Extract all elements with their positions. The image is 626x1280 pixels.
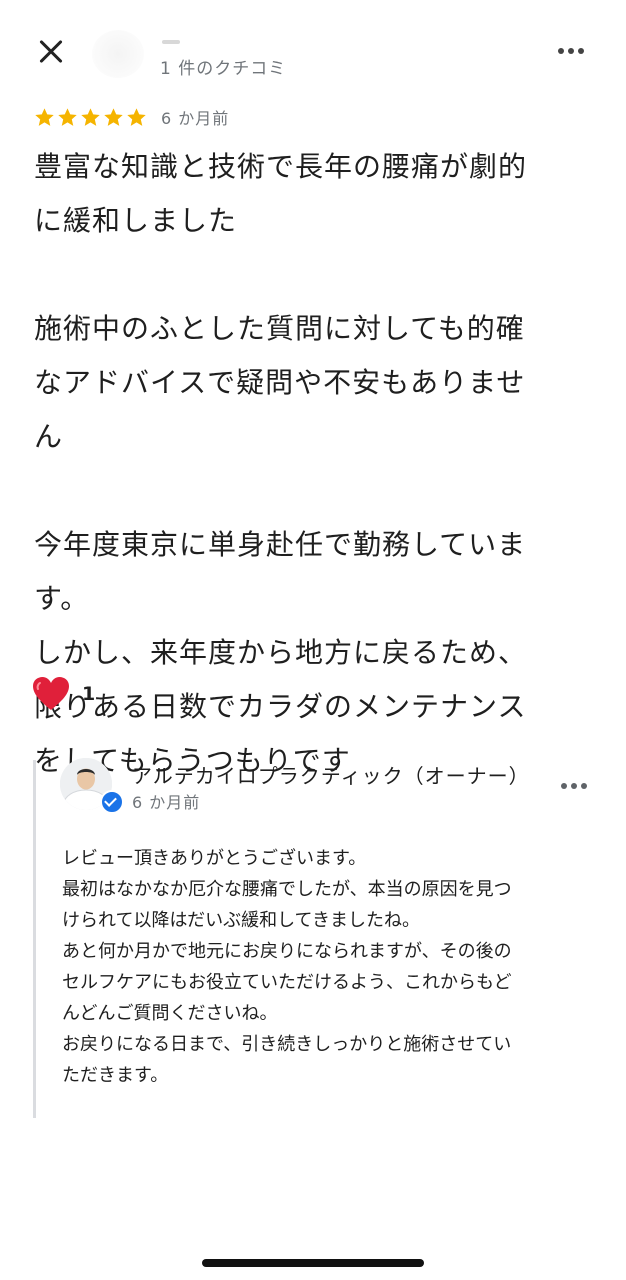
heart-icon[interactable] [32, 676, 70, 712]
rating-row: 6 か月前 [34, 104, 229, 130]
home-indicator[interactable] [202, 1259, 424, 1267]
close-icon[interactable] [34, 34, 70, 70]
owner-name[interactable]: アルテカイロプラクティック（オーナー） [132, 760, 530, 789]
star-icon [35, 107, 54, 126]
like-row: 1 [32, 674, 95, 714]
star-icon [58, 107, 77, 126]
star-icon [127, 107, 146, 126]
more-options-icon[interactable] [558, 44, 590, 58]
reviewer-name[interactable] [162, 40, 180, 44]
star-icon [104, 107, 123, 126]
review-count: 1 件のクチコミ [160, 59, 287, 79]
top-bar: 1 件のクチコミ [0, 0, 626, 90]
star-rating [34, 107, 147, 128]
reply-divider [33, 760, 36, 1118]
review-text: 豊富な知識と技術で長年の腰痛が劇的 に緩和しました 施術中のふとした質問に対して… [34, 150, 528, 777]
verified-badge-icon [100, 790, 124, 814]
star-icon [81, 107, 100, 126]
like-count: 1 [82, 683, 96, 705]
reply-time: 6 か月前 [132, 793, 201, 812]
owner-reply-text: レビュー頂きありがとうございます。 最初はなかなか厄介な腰痛でしたが、本当の原因… [62, 848, 512, 1086]
review-time: 6 か月前 [161, 109, 230, 128]
reviewer-avatar[interactable] [92, 30, 144, 78]
reply-more-options-icon[interactable] [561, 781, 591, 791]
